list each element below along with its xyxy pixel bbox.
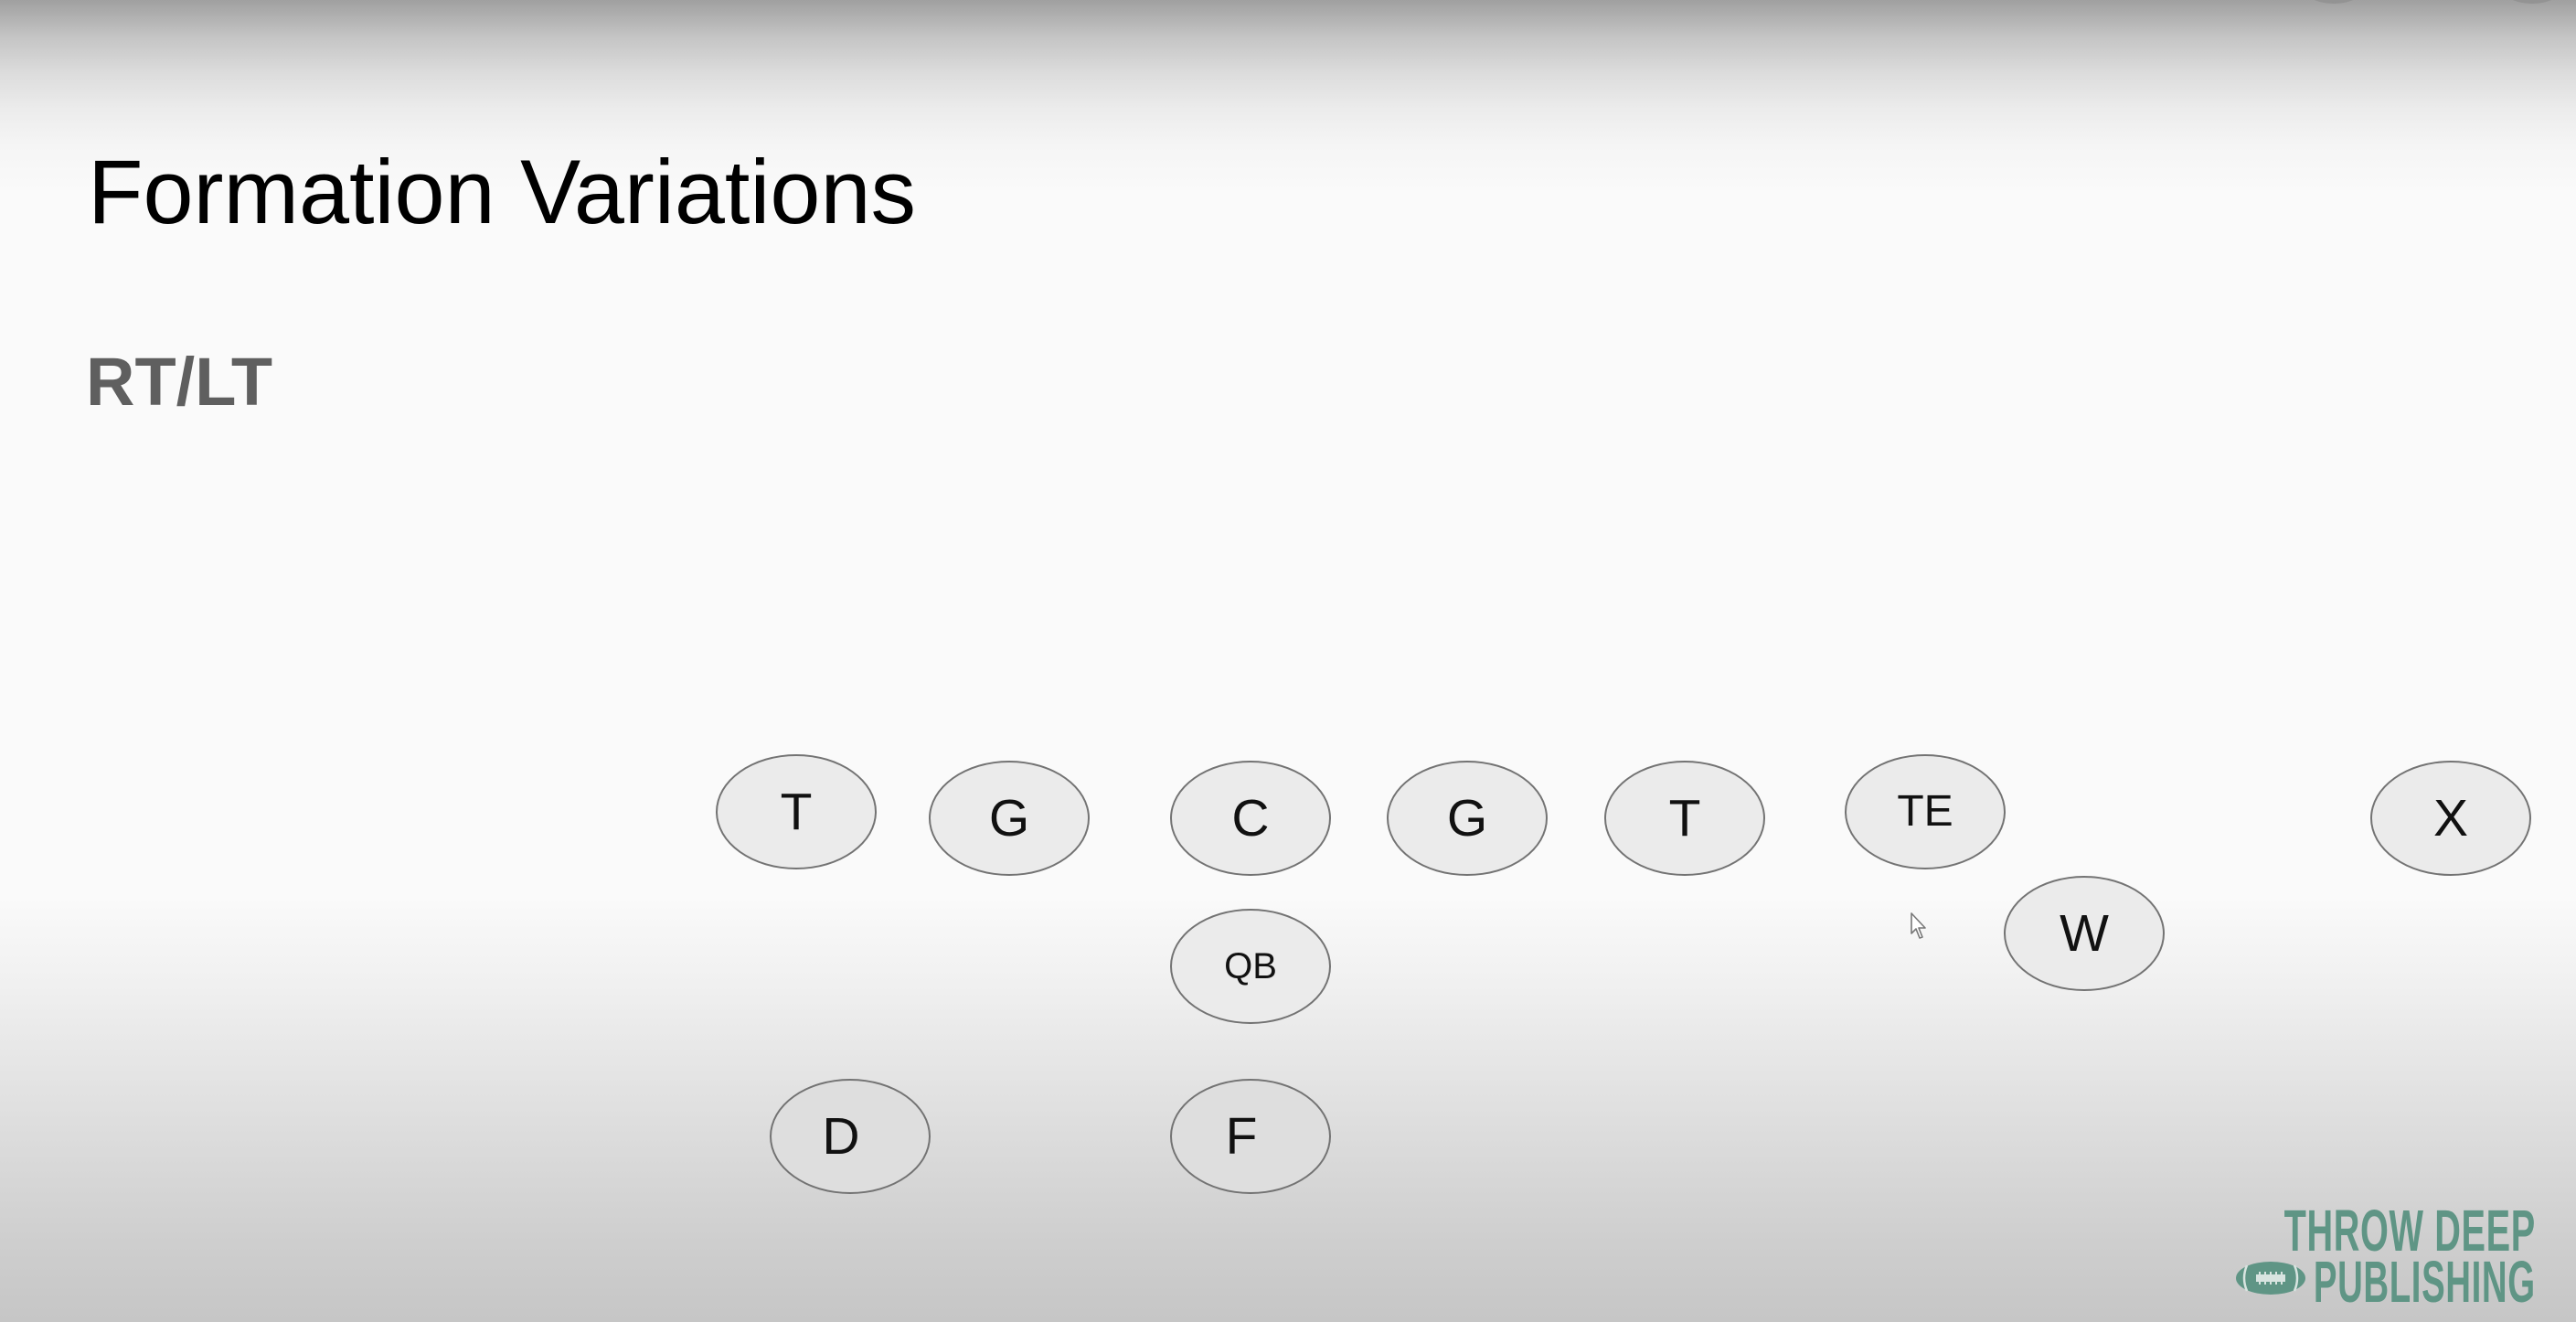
- player-quarterback: QB: [1170, 909, 1331, 1024]
- overlay-button-left[interactable]: [2298, 0, 2369, 4]
- player-label: C: [1231, 788, 1270, 848]
- logo-text-line2: PUBLISHING: [2314, 1249, 2536, 1315]
- player-label: F: [1225, 1106, 1258, 1166]
- player-wing: W: [2004, 876, 2165, 991]
- publisher-logo: THROW DEEP PUBLISHING: [2230, 1199, 2560, 1315]
- player-split-end: X: [2370, 761, 2531, 876]
- overlay-button-right[interactable]: [2496, 0, 2568, 4]
- player-label: X: [2432, 788, 2469, 848]
- formation-name: RT/LT: [86, 344, 273, 420]
- player-label: T: [780, 782, 813, 841]
- player-left-tackle: T: [716, 754, 877, 869]
- slide-title: Formation Variations: [88, 141, 917, 242]
- player-tight-end: TE: [1845, 754, 2006, 869]
- football-icon: [2236, 1262, 2305, 1295]
- player-back-d: D: [770, 1079, 931, 1194]
- player-label: QB: [1224, 946, 1277, 986]
- player-fullback: F: [1170, 1079, 1331, 1194]
- player-label: T: [1668, 788, 1701, 848]
- player-label: D: [822, 1106, 860, 1166]
- player-label: G: [1446, 788, 1488, 848]
- mouse-pointer-icon: [1911, 912, 1926, 939]
- player-label: TE: [1897, 787, 1953, 836]
- player-right-guard: G: [1387, 761, 1548, 876]
- player-label: W: [2060, 903, 2109, 963]
- player-left-guard: G: [929, 761, 1090, 876]
- player-label: G: [988, 788, 1030, 848]
- player-right-tackle: T: [1604, 761, 1765, 876]
- player-center: C: [1170, 761, 1331, 876]
